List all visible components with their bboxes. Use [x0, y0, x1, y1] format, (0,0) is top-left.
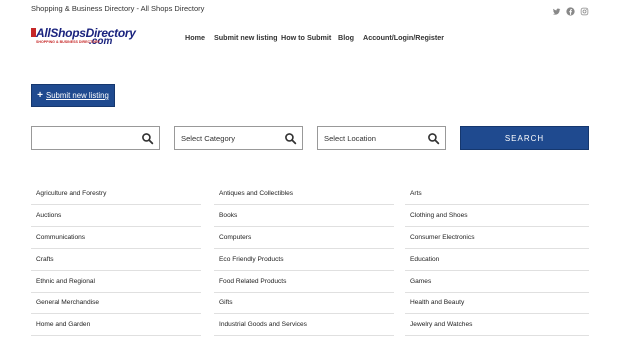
- category-item[interactable]: Books: [214, 206, 394, 227]
- category-item[interactable]: General Merchandise: [31, 293, 201, 314]
- site-tagline: Shopping & Business Directory - All Shop…: [31, 4, 205, 13]
- category-label: Food Related Products: [219, 278, 287, 285]
- category-label: Games: [410, 278, 432, 285]
- category-item[interactable]: Agriculture and Forestry: [31, 184, 201, 205]
- category-label: Gifts: [219, 299, 233, 306]
- category-label: Industrial Goods and Services: [219, 321, 307, 328]
- category-item[interactable]: Jewelry and Watches: [405, 315, 589, 336]
- search-icon: [285, 133, 297, 145]
- category-label: Crafts: [36, 256, 54, 263]
- nav-how-to-submit[interactable]: How to Submit: [281, 33, 331, 42]
- social-links: [552, 3, 589, 16]
- category-label: Consumer Electronics: [410, 234, 475, 241]
- category-label: General Merchandise: [36, 299, 100, 306]
- category-label: Auctions: [36, 212, 62, 219]
- twitter-icon[interactable]: [552, 3, 561, 15]
- nav-blog[interactable]: Blog: [338, 33, 354, 42]
- category-select[interactable]: Select Category: [174, 126, 303, 150]
- nav-home[interactable]: Home: [185, 33, 205, 42]
- nav-submit-new-listing[interactable]: Submit new listing: [214, 33, 278, 42]
- submit-new-listing-button[interactable]: + Submit new listing: [31, 84, 115, 107]
- instagram-icon[interactable]: [580, 3, 589, 16]
- category-item[interactable]: Gifts: [214, 293, 394, 314]
- logo-subtitle: SHOPPING & BUSINESS DIRECTORY: [36, 40, 100, 44]
- category-item[interactable]: Industrial Goods and Services: [214, 315, 394, 336]
- category-item[interactable]: Ethnic and Regional: [31, 272, 201, 293]
- category-item[interactable]: Communications: [31, 228, 201, 249]
- category-label: Education: [410, 256, 440, 263]
- category-label: Jewelry and Watches: [410, 321, 473, 328]
- category-item[interactable]: Consumer Electronics: [405, 228, 589, 249]
- category-label: Ethnic and Regional: [36, 278, 96, 285]
- search-icon: [428, 133, 440, 145]
- category-item[interactable]: Arts: [405, 184, 589, 205]
- category-label: Agriculture and Forestry: [36, 190, 107, 197]
- category-label: Clothing and Shoes: [410, 212, 468, 219]
- category-label: Computers: [219, 234, 252, 241]
- category-label: Communications: [36, 234, 86, 241]
- category-item[interactable]: Education: [405, 250, 589, 271]
- category-label: Antiques and Collectibles: [219, 190, 294, 197]
- search-icon: [142, 133, 154, 145]
- category-item[interactable]: Eco Friendly Products: [214, 250, 394, 271]
- category-label: Health and Beauty: [410, 299, 465, 306]
- category-label: Arts: [410, 190, 422, 197]
- facebook-icon[interactable]: [566, 3, 575, 16]
- logo-brand: AllShopsDirectory: [36, 26, 136, 40]
- category-item[interactable]: Food Related Products: [214, 272, 394, 293]
- category-item[interactable]: Clothing and Shoes: [405, 206, 589, 227]
- search-button[interactable]: SEARCH: [460, 126, 589, 150]
- category-item[interactable]: Computers: [214, 228, 394, 249]
- category-item[interactable]: Games: [405, 272, 589, 293]
- nav-account[interactable]: Account/Login/Register: [363, 33, 444, 42]
- keyword-search-input[interactable]: [31, 126, 160, 150]
- top-bar: Shopping & Business Directory - All Shop…: [0, 0, 620, 18]
- location-select[interactable]: Select Location: [317, 126, 446, 150]
- category-item[interactable]: Crafts: [31, 250, 201, 271]
- category-item[interactable]: Health and Beauty: [405, 293, 589, 314]
- category-item[interactable]: Auctions: [31, 206, 201, 227]
- site-logo[interactable]: AllShopsDirectory .com SHOPPING & BUSINE…: [31, 26, 136, 52]
- location-placeholder: Select Location: [324, 134, 376, 143]
- submit-button-label: Submit new listing: [46, 91, 109, 100]
- plus-icon: +: [37, 89, 43, 101]
- category-item[interactable]: Home and Garden: [31, 315, 201, 336]
- category-label: Eco Friendly Products: [219, 256, 284, 263]
- category-item[interactable]: Antiques and Collectibles: [214, 184, 394, 205]
- category-label: Books: [219, 212, 238, 219]
- category-placeholder: Select Category: [181, 134, 236, 143]
- category-label: Home and Garden: [36, 321, 91, 328]
